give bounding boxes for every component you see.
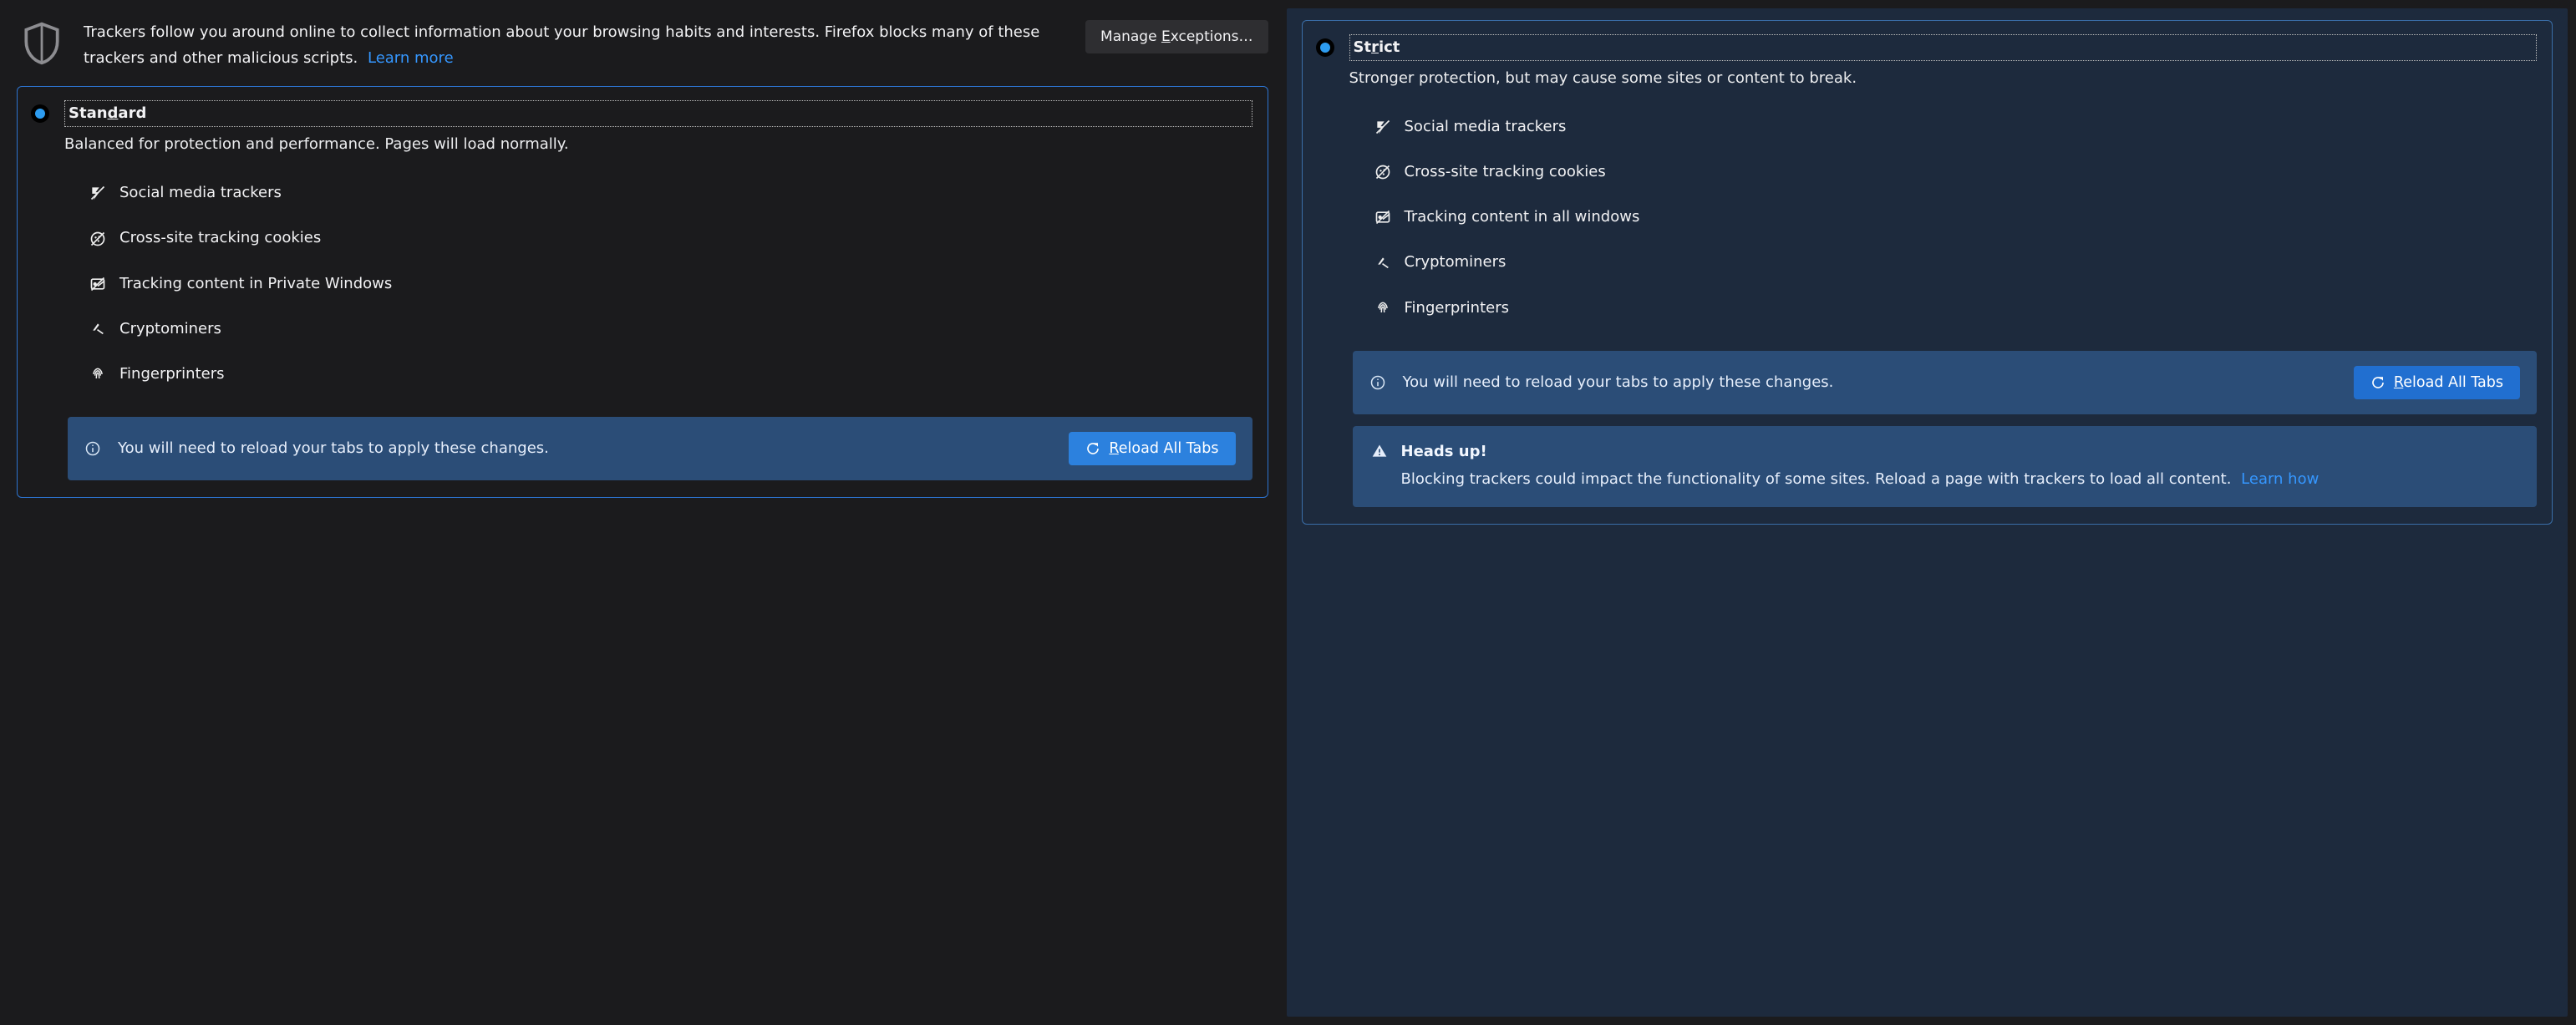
shield-icon: [17, 20, 67, 70]
standard-reload-notice: You will need to reload your tabs to app…: [68, 417, 1252, 480]
cryptominer-icon: [1374, 255, 1391, 271]
reload-icon: [2370, 375, 2385, 390]
list-item: Social media trackers: [89, 170, 1252, 216]
list-item: Cryptominers: [89, 307, 1252, 352]
list-item: Cross-site tracking cookies: [89, 216, 1252, 261]
standard-option-card[interactable]: Standard Balanced for protection and per…: [17, 86, 1268, 498]
standard-option-header: Standard: [31, 100, 1252, 127]
strict-protection-pane: Strict Stronger protection, but may caus…: [1287, 8, 2568, 1017]
list-item-label: Cryptominers: [119, 318, 221, 340]
reload-all-tabs-button[interactable]: Reload All Tabs: [1069, 432, 1235, 465]
reload-notice-text: You will need to reload your tabs to app…: [1403, 370, 2337, 395]
list-item: Cryptominers: [1374, 240, 2538, 285]
strict-description: Stronger protection, but may cause some …: [1349, 68, 2538, 89]
info-icon: [1369, 374, 1386, 391]
social-tracker-icon: [1374, 119, 1391, 135]
list-item: Tracking content in Private Windows: [89, 261, 1252, 307]
strict-radio[interactable]: [1316, 38, 1334, 57]
heads-up-body: Blocking trackers could impact the funct…: [1401, 470, 2232, 488]
list-item-label: Fingerprinters: [1405, 297, 1510, 319]
list-item: Cross-site tracking cookies: [1374, 150, 2538, 195]
standard-radio[interactable]: [31, 104, 49, 123]
strict-option-card[interactable]: Strict Stronger protection, but may caus…: [1302, 20, 2553, 525]
learn-how-link[interactable]: Learn how: [2241, 470, 2319, 488]
strict-tracker-list: Social media trackers Cross-site trackin…: [1374, 104, 2538, 330]
list-item: Fingerprinters: [89, 352, 1252, 397]
list-item-label: Cross-site tracking cookies: [1405, 161, 1606, 183]
reload-icon: [1085, 441, 1100, 456]
reload-all-tabs-button[interactable]: Reload All Tabs: [2354, 366, 2520, 399]
list-item-label: Tracking content in Private Windows: [119, 273, 392, 295]
list-item-label: Cryptominers: [1405, 251, 1506, 273]
warning-icon: [1371, 443, 1388, 459]
social-tracker-icon: [89, 185, 106, 201]
manage-exceptions-button[interactable]: Manage Exceptions…: [1085, 20, 1268, 53]
heads-up-warning: Heads up! Blocking trackers could impact…: [1353, 426, 2538, 507]
standard-tracker-list: Social media trackers Cross-site trackin…: [89, 170, 1252, 396]
reload-notice-text: You will need to reload your tabs to app…: [118, 436, 1052, 461]
info-icon: [84, 440, 101, 457]
list-item-label: Cross-site tracking cookies: [119, 227, 321, 249]
list-item: Fingerprinters: [1374, 286, 2538, 331]
standard-description: Balanced for protection and performance.…: [64, 134, 1252, 155]
list-item: Tracking content in all windows: [1374, 195, 2538, 240]
cryptominer-icon: [89, 321, 106, 337]
list-item: Social media trackers: [1374, 104, 2538, 150]
fingerprinter-icon: [1374, 300, 1391, 317]
intro-text: Trackers follow you around online to col…: [84, 20, 1069, 71]
strict-title: Strict: [1349, 34, 2538, 61]
list-item-label: Fingerprinters: [119, 363, 225, 385]
intro-description: Trackers follow you around online to col…: [84, 23, 1039, 67]
strict-reload-notice: You will need to reload your tabs to app…: [1353, 351, 2538, 414]
cookie-blocked-icon: [1374, 164, 1391, 180]
heads-up-description: Blocking trackers could impact the funct…: [1401, 468, 2519, 492]
list-item-label: Tracking content in all windows: [1405, 206, 1640, 228]
tracking-protection-intro: Trackers follow you around online to col…: [17, 8, 1268, 86]
tracking-content-icon: [1374, 209, 1391, 226]
standard-protection-pane: Trackers follow you around online to col…: [17, 8, 1268, 1017]
strict-option-header: Strict: [1316, 34, 2538, 61]
list-item-label: Social media trackers: [1405, 116, 1567, 138]
standard-title: Standard: [64, 100, 1252, 127]
learn-more-link[interactable]: Learn more: [368, 49, 454, 67]
tracking-content-icon: [89, 276, 106, 292]
list-item-label: Social media trackers: [119, 182, 282, 204]
heads-up-title: Heads up!: [1401, 441, 2519, 463]
fingerprinter-icon: [89, 366, 106, 383]
cookie-blocked-icon: [89, 231, 106, 247]
